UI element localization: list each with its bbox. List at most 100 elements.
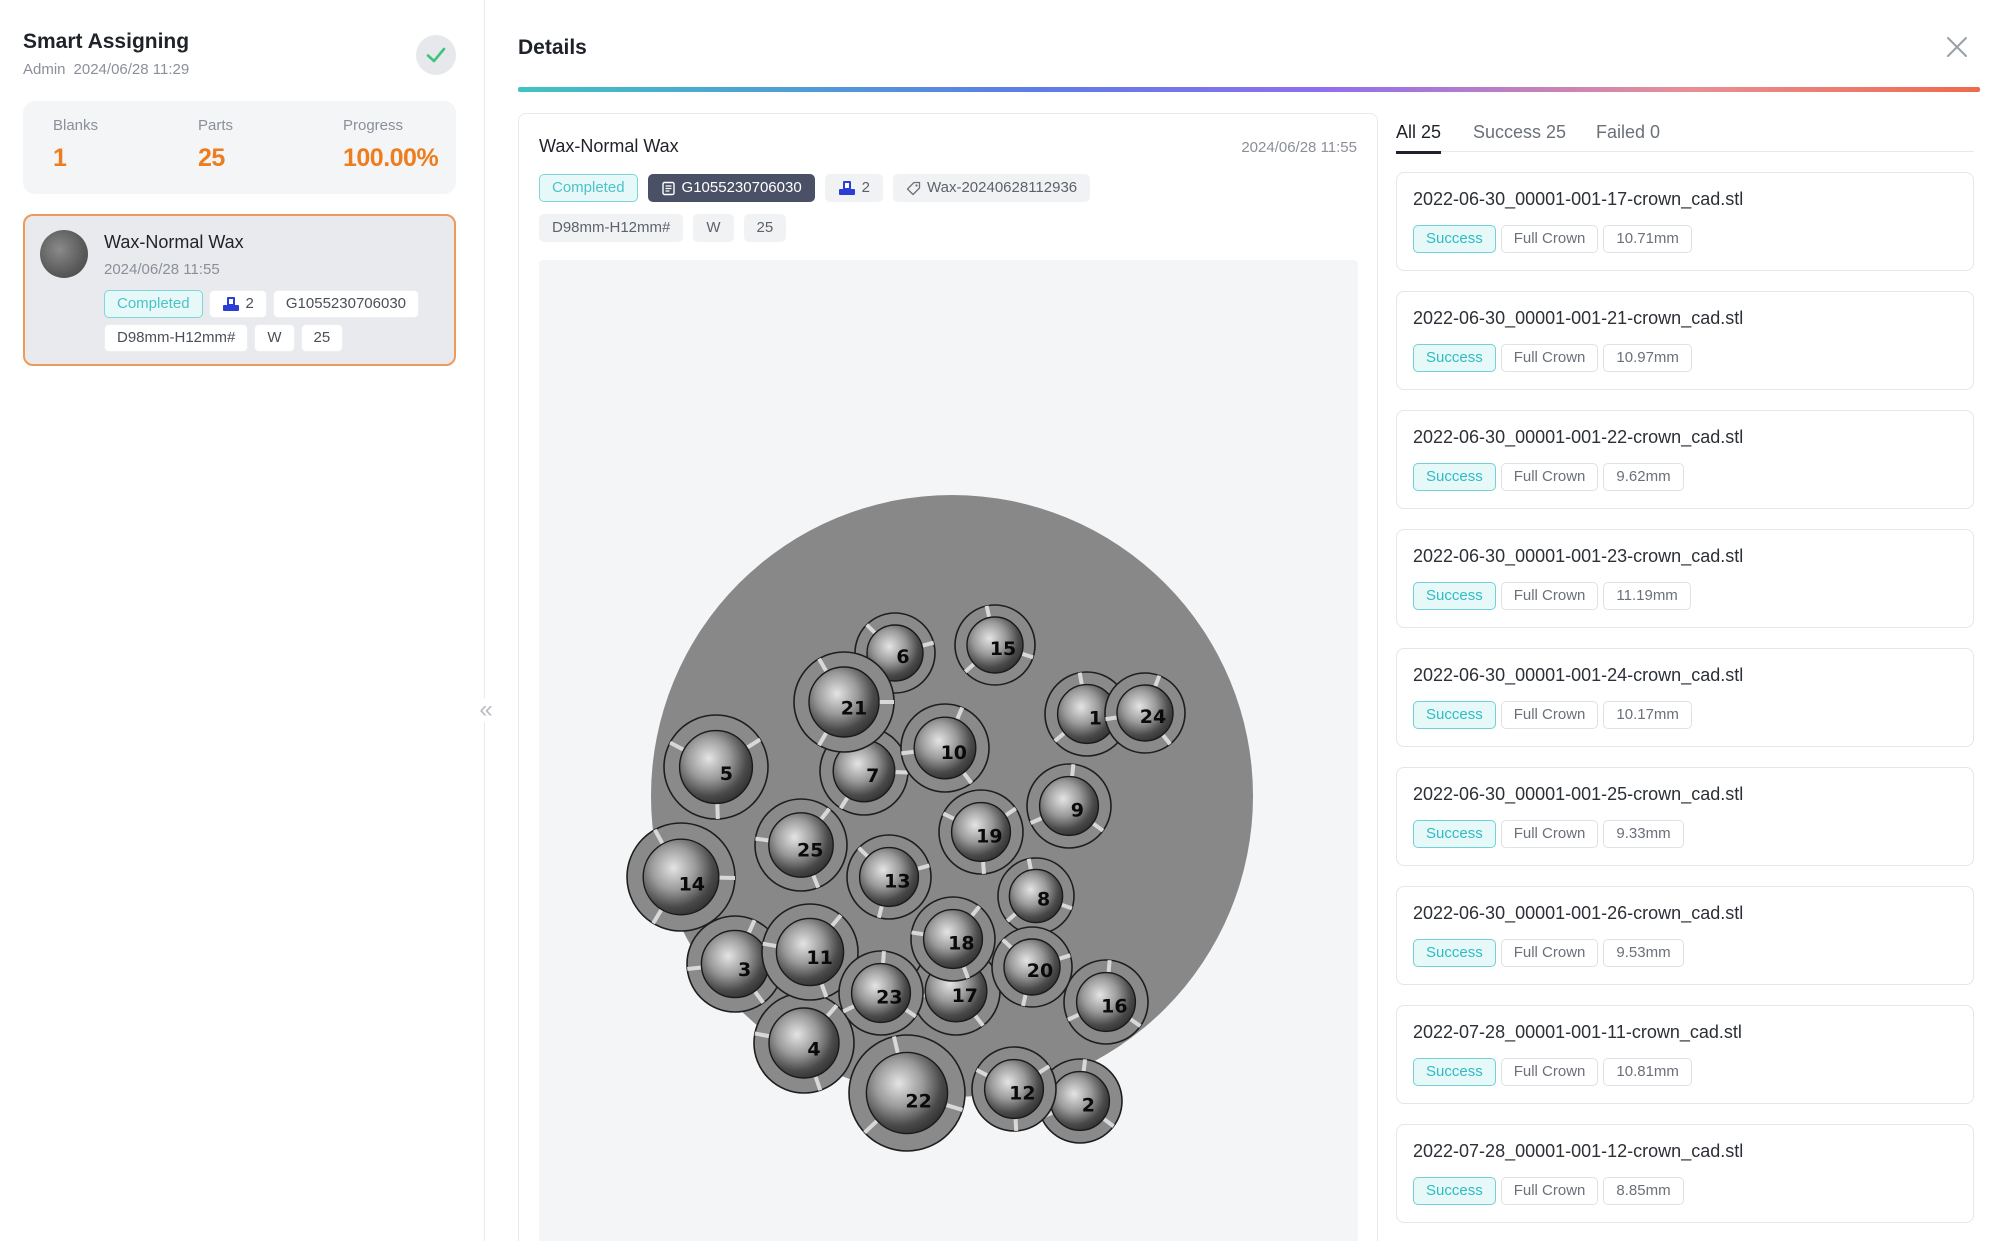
- crown-body: [1038, 775, 1100, 837]
- nested-crown[interactable]: 24: [1104, 672, 1186, 754]
- crown-number: 10: [941, 742, 967, 764]
- support-sprue: [901, 749, 916, 756]
- nested-crown[interactable]: 23: [838, 950, 924, 1036]
- card-tags: Completed G1055230706030 2 Wax-202406281…: [539, 174, 1091, 202]
- nested-crown[interactable]: 21: [793, 651, 895, 753]
- job-tags-secondary: D98mm-H12mm# W 25: [104, 324, 344, 352]
- crown-number: 25: [797, 840, 823, 862]
- crown-number: 14: [679, 874, 705, 896]
- nested-crown[interactable]: 16: [1063, 959, 1149, 1045]
- stat-value: 1: [53, 144, 67, 172]
- preview-card: Wax-Normal Wax 2024/06/28 11:55 Complete…: [518, 113, 1378, 1241]
- size-tag: 10.71mm: [1603, 225, 1692, 253]
- file-name: 2022-06-30_00001-001-25-crown_cad.stl: [1413, 784, 1744, 804]
- support-sprue: [687, 965, 703, 972]
- type-tag: Full Crown: [1500, 820, 1599, 848]
- size-tag: D98mm-H12mm#: [539, 214, 684, 242]
- support-sprue: [880, 950, 886, 965]
- nested-crown[interactable]: 19: [938, 789, 1024, 875]
- size-tag: 9.53mm: [1603, 939, 1684, 967]
- stat-progress: Progress 100.00%: [343, 117, 439, 173]
- nested-crown[interactable]: 18: [910, 896, 996, 982]
- nested-crown[interactable]: 14: [626, 822, 736, 932]
- user-name: Admin: [23, 61, 66, 78]
- panel-subtitle: Admin 2024/06/28 11:29: [23, 61, 189, 78]
- material-tag: W: [254, 324, 295, 352]
- file-name: 2022-06-30_00001-001-26-crown_cad.stl: [1413, 903, 1744, 923]
- type-tag: Full Crown: [1500, 701, 1599, 729]
- size-tag: 10.17mm: [1603, 701, 1692, 729]
- close-icon[interactable]: [1944, 34, 1970, 60]
- material-tag: W: [693, 214, 734, 242]
- tab-failed[interactable]: Failed 0: [1596, 122, 1660, 151]
- list-item[interactable]: 2022-06-30_00001-001-21-crown_cad.stl Suc…: [1396, 291, 1974, 390]
- tab-all[interactable]: All 25: [1396, 122, 1442, 154]
- nesting-viewer[interactable]: 1 2 3 4 5 6 7 8 9 10 11 12 13 14 15 16 17 18 19 20 21 22 23 24 2…: [539, 260, 1358, 1241]
- nested-crown[interactable]: 15: [954, 604, 1036, 686]
- stat-label: Progress: [343, 117, 404, 134]
- crown-body: [1049, 1070, 1111, 1132]
- nested-crown[interactable]: 9: [1026, 763, 1112, 849]
- nested-crown[interactable]: 12: [971, 1046, 1057, 1132]
- list-item[interactable]: 2022-06-30_00001-001-23-crown_cad.stl Suc…: [1396, 529, 1974, 628]
- file-name: 2022-06-30_00001-001-22-crown_cad.stl: [1413, 427, 1744, 447]
- nested-crown[interactable]: 25: [754, 798, 848, 892]
- batch-tag: Wax-20240628112936: [893, 174, 1091, 202]
- job-card[interactable]: Wax-Normal Wax 2024/06/28 11:55 Complete…: [23, 214, 456, 366]
- collapse-panel-button[interactable]: «: [474, 698, 498, 722]
- result-tags: Success Full Crown 10.17mm: [1413, 701, 1692, 729]
- file-name: 2022-06-30_00001-001-21-crown_cad.stl: [1413, 308, 1744, 328]
- list-item[interactable]: 2022-07-28_00001-001-12-crown_cad.stl Suc…: [1396, 1124, 1974, 1223]
- nested-crown[interactable]: 8: [997, 857, 1075, 935]
- crown-number: 13: [884, 871, 910, 893]
- crown-number: 23: [876, 987, 902, 1009]
- support-sprue: [1081, 1059, 1088, 1073]
- crown-body: [768, 1007, 840, 1079]
- stat-parts: Parts 25: [198, 117, 233, 173]
- list-item[interactable]: 2022-06-30_00001-001-25-crown_cad.stl Suc…: [1396, 767, 1974, 866]
- tray-icon: [838, 181, 855, 195]
- nested-crown[interactable]: 10: [900, 703, 990, 793]
- crown-number: 9: [1071, 800, 1084, 822]
- type-tag: Full Crown: [1500, 225, 1599, 253]
- nested-crown[interactable]: 5: [663, 714, 769, 820]
- tab-success[interactable]: Success 25: [1473, 122, 1566, 151]
- type-tag: Full Crown: [1500, 463, 1599, 491]
- nested-crown[interactable]: 22: [848, 1034, 966, 1152]
- panel-title: Smart Assigning: [23, 30, 190, 53]
- check-icon: [426, 47, 446, 63]
- crown-number: 22: [905, 1091, 931, 1113]
- crown-number: 6: [896, 646, 909, 668]
- list-item[interactable]: 2022-07-28_00001-001-11-crown_cad.stl Suc…: [1396, 1005, 1974, 1104]
- status-check: [416, 35, 456, 75]
- crown-number: 4: [807, 1039, 820, 1061]
- list-item[interactable]: 2022-06-30_00001-001-17-crown_cad.stl Suc…: [1396, 172, 1974, 271]
- code-value: G1055230706030: [681, 179, 802, 196]
- list-item[interactable]: 2022-06-30_00001-001-26-crown_cad.stl Suc…: [1396, 886, 1974, 985]
- job-date: 2024/06/28 11:55: [104, 261, 220, 278]
- crown-number: 19: [976, 826, 1002, 848]
- type-tag: Full Crown: [1500, 939, 1599, 967]
- nesting-disc-svg[interactable]: 1234567891011121314151617181920212223242…: [539, 260, 1358, 1241]
- tag-icon: [906, 181, 921, 195]
- crown-body: [700, 929, 770, 999]
- crown-body: [678, 729, 754, 805]
- list-item[interactable]: 2022-06-30_00001-001-22-crown_cad.stl Suc…: [1396, 410, 1974, 509]
- code-tag: G1055230706030: [272, 290, 420, 318]
- nested-crown[interactable]: 13: [846, 834, 932, 920]
- result-tags: Success Full Crown 9.53mm: [1413, 939, 1684, 967]
- list-item[interactable]: 2022-06-30_00001-001-24-crown_cad.stl Suc…: [1396, 648, 1974, 747]
- support-sprue: [1021, 993, 1028, 1007]
- status-badge: Success: [1413, 225, 1496, 253]
- nested-crown[interactable]: 20: [991, 926, 1073, 1008]
- details-title: Details: [518, 36, 587, 59]
- card-date: 2024/06/28 11:55: [1241, 139, 1357, 156]
- type-tag: Full Crown: [1500, 344, 1599, 372]
- nested-crown[interactable]: 4: [753, 992, 855, 1094]
- status-badge: Success: [1413, 1177, 1496, 1205]
- size-tag: 9.62mm: [1603, 463, 1684, 491]
- support-sprue: [762, 941, 779, 949]
- status-badge: Success: [1413, 820, 1496, 848]
- result-tags: Success Full Crown 9.33mm: [1413, 820, 1684, 848]
- stat-label: Blanks: [53, 117, 99, 134]
